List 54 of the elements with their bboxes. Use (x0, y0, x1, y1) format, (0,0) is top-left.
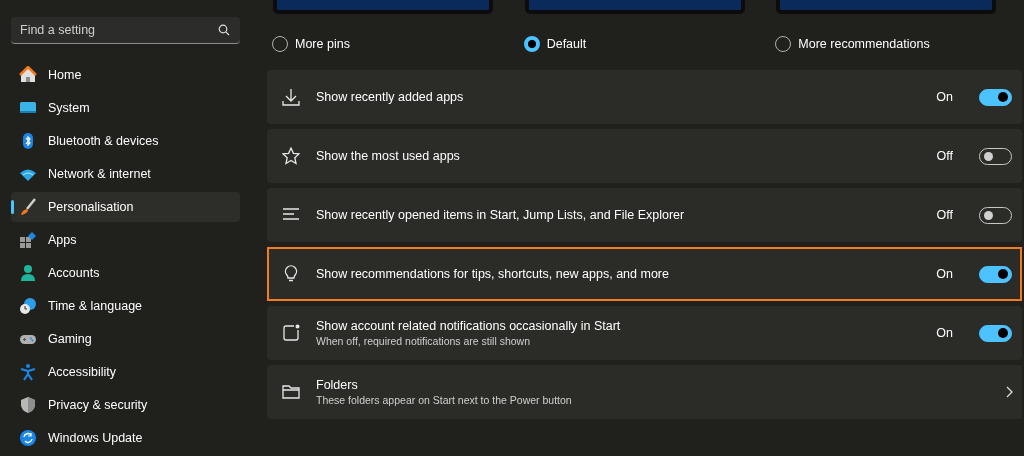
nav-item[interactable]: Personalisation (11, 192, 240, 222)
nav-item[interactable]: Gaming (11, 324, 240, 354)
setting-title: Show the most used apps (316, 149, 461, 163)
radio-label: More pins (295, 37, 350, 51)
setting-row[interactable]: Show recommendations for tips, shortcuts, new apps, and more On (267, 247, 1022, 301)
apps-icon (19, 231, 37, 249)
setting-title: Show recommendations for tips, shortcuts, new apps, and more (316, 267, 670, 281)
house-icon (19, 66, 37, 84)
notification-icon (282, 324, 300, 342)
toggle-state-label: On (936, 90, 953, 104)
setting-row[interactable]: Show the most used apps Off (267, 129, 1022, 183)
setting-title: Show account related notifications occasionally in Start (316, 319, 622, 333)
update-icon (19, 429, 37, 447)
nav-item[interactable]: Home (11, 60, 240, 90)
toggle-state-label: On (936, 326, 953, 340)
toggle-switch[interactable] (979, 88, 1012, 106)
download-icon (282, 88, 300, 106)
setting-description: These folders appear on Start next to the Power button (316, 394, 573, 406)
toggle-switch[interactable] (979, 324, 1012, 342)
setting-row[interactable]: Show recently added apps On (267, 70, 1022, 124)
globe-clock-icon (19, 297, 37, 315)
star-icon (282, 147, 300, 165)
radio-button[interactable] (523, 36, 540, 52)
setting-row[interactable]: Show account related notifications occasionally in Start When off, required notifications are still shown On (267, 306, 1022, 360)
nav-item[interactable]: Accounts (11, 258, 240, 288)
person-icon (19, 264, 37, 282)
setting-title: Show recently added apps (316, 90, 465, 104)
paintbrush-icon (19, 198, 37, 216)
nav-item[interactable]: Network & internet (11, 159, 240, 189)
chevron-right-icon (1005, 386, 1013, 398)
toggle-state-label: Off (936, 208, 953, 222)
nav-item[interactable]: Privacy & security (11, 390, 240, 420)
shield-icon (19, 396, 37, 414)
setting-title: Show recently opened items in Start, Jump Lists, and File Explorer (316, 208, 686, 222)
search-field[interactable]: Find a setting (11, 17, 240, 44)
setting-row[interactable]: Folders These folders appear on Start next to the Power button (267, 365, 1022, 419)
search-icon (218, 24, 230, 36)
toggle-switch[interactable] (979, 265, 1012, 283)
setting-row[interactable]: Show recently opened items in Start, Jump Lists, and File Explorer Off (267, 188, 1022, 242)
setting-title: Folders (316, 378, 359, 392)
nav-item[interactable]: Bluetooth & devices (11, 126, 240, 156)
setting-description: When off, required notifications are still shown (316, 335, 531, 347)
accessibility-icon (19, 363, 37, 381)
toggle-state-label: On (936, 267, 953, 281)
nav-item[interactable]: Windows Update (11, 423, 240, 453)
lightbulb-icon (282, 265, 300, 283)
nav-item[interactable]: Time & language (11, 291, 240, 321)
radio-label: More recommendations (798, 37, 930, 51)
nav-item[interactable]: Accessibility (11, 357, 240, 387)
nav-item[interactable]: Apps (11, 225, 240, 255)
radio-label: Default (546, 37, 587, 51)
folder-icon (282, 383, 300, 401)
toggle-state-label: Off (936, 149, 953, 163)
nav-item[interactable]: System (11, 93, 240, 123)
